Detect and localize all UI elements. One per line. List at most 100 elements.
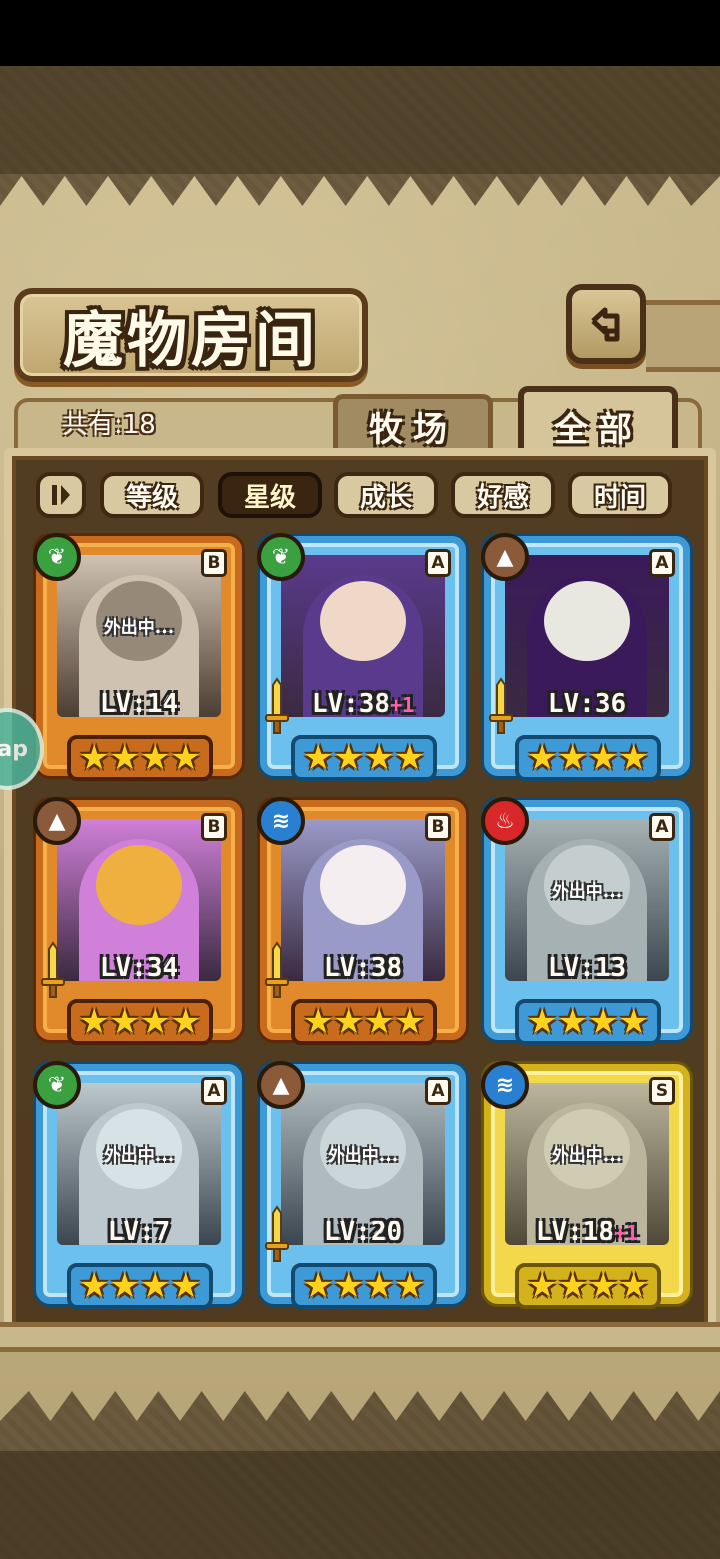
- monster-level: LV:18+1: [491, 1217, 683, 1247]
- rank-badge: A: [649, 813, 675, 841]
- star-icon: ★: [364, 1002, 395, 1042]
- monster-level: LV:36: [491, 689, 683, 719]
- flame-icon: ♨: [481, 797, 529, 845]
- star-icon: ★: [588, 738, 619, 778]
- monster-level-text: LV:18: [535, 1217, 615, 1247]
- sort-by-stars[interactable]: 星级: [218, 472, 322, 518]
- monster-level-text: LV:38: [323, 953, 403, 983]
- rank-badge: B: [425, 813, 451, 841]
- star-icon: ★: [303, 738, 334, 778]
- star-rating: ★ ★ ★ ★: [291, 735, 437, 781]
- star-icon: ★: [303, 1266, 334, 1306]
- star-icon: ★: [588, 1002, 619, 1042]
- star-icon: ★: [364, 738, 395, 778]
- star-icon: ★: [588, 1266, 619, 1306]
- star-rating: ★ ★ ★ ★: [515, 999, 661, 1045]
- rank-badge: A: [425, 549, 451, 577]
- star-icon: ★: [618, 1002, 649, 1042]
- back-button[interactable]: [566, 284, 646, 364]
- star-icon: ★: [333, 738, 364, 778]
- monster-level-text: LV:20: [323, 1217, 403, 1247]
- monster-card[interactable]: LV:38 B ≋ ★ ★ ★ ★: [257, 797, 466, 1045]
- star-icon: ★: [527, 1266, 558, 1306]
- monster-level-bonus: +1: [390, 693, 415, 717]
- rank-badge: A: [649, 549, 675, 577]
- sort-by-time[interactable]: 时间: [568, 472, 672, 518]
- monster-face: [96, 845, 182, 925]
- leaf-icon: ❦: [33, 533, 81, 581]
- monster-level: LV:7: [43, 1217, 235, 1247]
- monster-level-text: LV:36: [547, 689, 627, 719]
- monster-level-text: LV:38: [311, 689, 391, 719]
- monster-card[interactable]: LV:34 B ▲ ★ ★ ★ ★: [33, 797, 242, 1045]
- mountain-icon: ▲: [481, 533, 529, 581]
- map-bottom-band: [0, 1451, 720, 1559]
- star-icon: ★: [109, 1266, 140, 1306]
- sort-by-affection[interactable]: 好感: [451, 472, 555, 518]
- monster-card[interactable]: 外出中... LV:7 A ❦ ★ ★ ★ ★: [33, 1061, 242, 1309]
- away-status: 外出中...: [103, 618, 175, 638]
- star-rating: ★ ★ ★ ★: [515, 735, 661, 781]
- sort-by-level[interactable]: 等级: [100, 472, 204, 518]
- monster-level: LV:38: [267, 953, 459, 983]
- away-status: 外出中...: [551, 1146, 623, 1166]
- star-icon: ★: [79, 1266, 110, 1306]
- leaf-icon: ❦: [33, 1061, 81, 1109]
- away-status: 外出中...: [327, 1146, 399, 1166]
- monster-level: LV:38+1: [267, 689, 459, 719]
- star-rating: ★ ★ ★ ★: [67, 999, 213, 1045]
- star-icon: ★: [140, 1002, 171, 1042]
- monster-level: LV:14: [43, 689, 235, 719]
- sort-toggle-button[interactable]: [36, 472, 86, 518]
- leaf-icon: ❦: [257, 533, 305, 581]
- side-floating-label: ap: [0, 736, 28, 762]
- monster-level-bonus: +1: [614, 1221, 639, 1245]
- frame-bottom-rail: [0, 1322, 720, 1352]
- star-icon: ★: [333, 1266, 364, 1306]
- tab-farm[interactable]: 牧场: [333, 394, 493, 454]
- star-icon: ★: [394, 738, 425, 778]
- star-icon: ★: [333, 1002, 364, 1042]
- back-button-rail: [646, 300, 720, 372]
- star-rating: ★ ★ ★ ★: [67, 1263, 213, 1309]
- sword-icon: [265, 677, 289, 734]
- star-rating: ★ ★ ★ ★: [515, 1263, 661, 1309]
- star-rating: ★ ★ ★ ★: [291, 999, 437, 1045]
- monster-card[interactable]: LV:36 A ▲ ★ ★ ★ ★: [481, 533, 690, 781]
- monster-card[interactable]: 外出中... LV:18+1 S ≋ ★ ★ ★ ★: [481, 1061, 690, 1309]
- star-icon: ★: [140, 738, 171, 778]
- star-icon: ★: [170, 1266, 201, 1306]
- sword-icon: [41, 941, 65, 998]
- sort-by-growth[interactable]: 成长: [334, 472, 438, 518]
- monster-level: LV:13: [491, 953, 683, 983]
- status-bar: [0, 0, 720, 66]
- back-arrow-icon: [591, 307, 620, 342]
- monster-level-text: LV:7: [107, 1217, 171, 1247]
- rank-badge: A: [201, 1077, 227, 1105]
- title-plate: 魔物房间: [14, 288, 368, 382]
- star-icon: ★: [170, 1002, 201, 1042]
- star-icon: ★: [303, 1002, 334, 1042]
- monster-card[interactable]: 外出中... LV:13 A ♨ ★ ★ ★ ★: [481, 797, 690, 1045]
- monster-card[interactable]: 外出中... LV:20 A ▲ ★ ★ ★ ★: [257, 1061, 466, 1309]
- monster-count: 共有:18: [62, 410, 156, 440]
- away-status: 外出中...: [103, 1146, 175, 1166]
- monster-level-text: LV:34: [99, 953, 179, 983]
- monster-level: LV:20: [267, 1217, 459, 1247]
- star-icon: ★: [557, 1002, 588, 1042]
- water-wave-icon: ≋: [481, 1061, 529, 1109]
- monster-card[interactable]: 外出中... LV:14 B ❦ ★ ★ ★ ★: [33, 533, 242, 781]
- star-icon: ★: [364, 1266, 395, 1306]
- star-icon: ★: [79, 738, 110, 778]
- star-icon: ★: [109, 738, 140, 778]
- star-icon: ★: [527, 738, 558, 778]
- rank-badge: B: [201, 813, 227, 841]
- page-title: 魔物房间: [63, 305, 319, 376]
- rank-badge: S: [649, 1077, 675, 1105]
- rank-badge: A: [425, 1077, 451, 1105]
- monster-face: [320, 581, 406, 661]
- star-rating: ★ ★ ★ ★: [67, 735, 213, 781]
- star-icon: ★: [527, 1002, 558, 1042]
- star-icon: ★: [394, 1266, 425, 1306]
- monster-card[interactable]: LV:38+1 A ❦ ★ ★ ★ ★: [257, 533, 466, 781]
